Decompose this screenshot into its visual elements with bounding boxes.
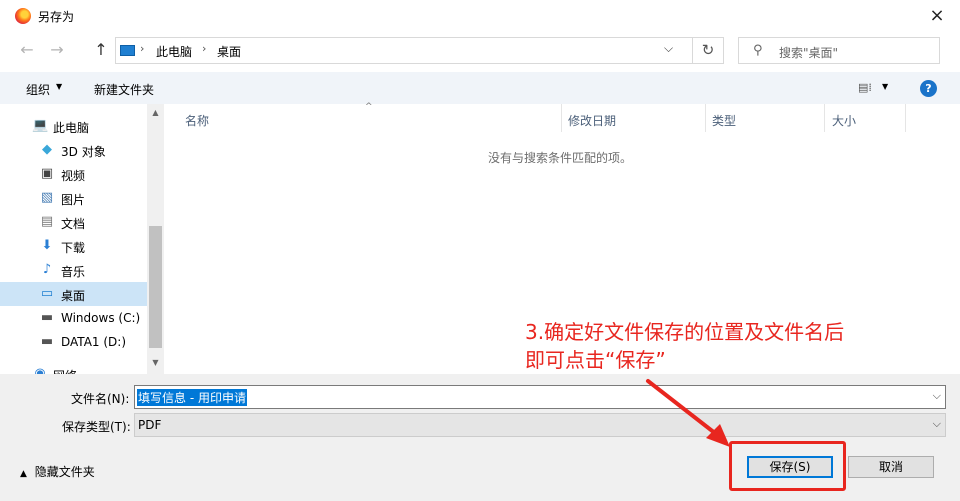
chevron-down-icon[interactable]: ⌵ <box>933 417 941 431</box>
back-button[interactable]: ← <box>16 37 38 63</box>
desktop-icon: ▭ <box>40 286 54 301</box>
filename-value[interactable]: 填写信息 - 用印申请 <box>137 389 247 406</box>
sidebar-item-desktop[interactable]: ▭ 桌面 <box>0 282 147 306</box>
sidebar-item-network[interactable]: ◉ 网络 <box>0 362 147 375</box>
scroll-down-icon[interactable]: ▼ <box>147 358 164 367</box>
breadcrumb-separator-icon[interactable]: › <box>202 42 206 55</box>
sidebar-item-label: 桌面 <box>61 289 86 303</box>
sidebar-item-documents[interactable]: ▤ 文档 <box>0 210 147 234</box>
sidebar-item-label: 音乐 <box>61 265 86 279</box>
caret-up-icon: ▲ <box>20 469 27 479</box>
new-folder-button[interactable]: 新建文件夹 <box>94 81 154 98</box>
annotation-arrow-icon <box>646 379 730 447</box>
column-date-modified[interactable]: 修改日期 <box>568 112 616 129</box>
chevron-down-icon[interactable]: ⌵ <box>933 389 941 403</box>
column-divider[interactable] <box>905 104 906 132</box>
sidebar-item-label: 文档 <box>61 217 86 231</box>
search-placeholder: 搜索"桌面" <box>779 46 839 60</box>
filename-label: 文件名(N): <box>71 392 130 406</box>
filetype-value: PDF <box>138 418 162 432</box>
filetype-label: 保存类型(T): <box>62 420 131 434</box>
computer-icon: 💻 <box>32 118 49 133</box>
instruction-annotation: 3.确定好文件保存的位置及文件名后 即可点击“保存” <box>525 318 885 374</box>
sidebar-item-music[interactable]: ♪ 音乐 <box>0 258 147 282</box>
sidebar-item-label: 视频 <box>61 169 86 183</box>
music-icon: ♪ <box>42 262 52 277</box>
empty-list-message: 没有与搜索条件匹配的项。 <box>488 151 633 165</box>
annotation-line-1: 3.确定好文件保存的位置及文件名后 <box>525 320 845 344</box>
file-list-header: ^ 名称 修改日期 类型 大小 <box>165 102 960 132</box>
cube-icon: ◆ <box>42 142 52 157</box>
sidebar-item-label: 下载 <box>61 241 86 255</box>
download-icon: ⬇ <box>41 238 53 253</box>
sidebar-item-label: 此电脑 <box>53 121 90 135</box>
chevron-down-icon[interactable]: ⌵ <box>664 41 673 56</box>
refresh-button[interactable]: ↻ <box>693 37 724 64</box>
scroll-up-icon[interactable]: ▲ <box>147 108 164 117</box>
annotation-line-2: 即可点击“保存” <box>525 348 666 372</box>
document-icon: ▤ <box>40 214 54 229</box>
hide-folders-label: 隐藏文件夹 <box>34 465 95 479</box>
column-type[interactable]: 类型 <box>712 112 736 129</box>
sidebar-item-downloads[interactable]: ⬇ 下载 <box>0 234 147 258</box>
breadcrumb-separator-icon[interactable]: › <box>140 42 144 55</box>
computer-icon <box>120 45 135 56</box>
forward-button[interactable]: → <box>46 37 68 63</box>
video-icon: ▣ <box>40 166 54 181</box>
picture-icon: ▧ <box>40 190 54 205</box>
column-size[interactable]: 大小 <box>832 112 856 129</box>
up-button[interactable]: ↑ <box>90 37 112 63</box>
firefox-icon <box>15 8 31 24</box>
column-divider[interactable] <box>705 104 706 132</box>
sidebar-item-videos[interactable]: ▣ 视频 <box>0 162 147 186</box>
sidebar-item-label: DATA1 (D:) <box>61 335 127 349</box>
scrollbar-thumb[interactable] <box>149 226 162 348</box>
toolbar: 组织 ▼ 新建文件夹 ▤⁞ ▼ ? <box>0 72 960 104</box>
column-divider[interactable] <box>824 104 825 132</box>
save-highlight-box <box>729 441 846 491</box>
window-title: 另存为 <box>38 10 75 24</box>
breadcrumb-this-pc[interactable]: 此电脑 <box>156 43 192 60</box>
sidebar-item-3d-objects[interactable]: ◆ 3D 对象 <box>0 138 147 162</box>
breadcrumb-desktop[interactable]: 桌面 <box>217 43 241 60</box>
cancel-button[interactable]: 取消 <box>848 456 934 478</box>
drive-icon: ▬ <box>40 334 54 349</box>
sidebar-item-this-pc[interactable]: 💻 此电脑 <box>0 114 147 138</box>
caret-down-icon[interactable]: ▼ <box>56 82 62 91</box>
column-divider[interactable] <box>561 104 562 132</box>
sidebar-item-label: 3D 对象 <box>61 145 106 159</box>
sidebar-item-windows-c[interactable]: ▬ Windows (C:) <box>0 306 147 330</box>
network-icon: ◉ <box>34 366 46 375</box>
close-button[interactable]: × <box>922 2 952 30</box>
search-icon: ⚲ <box>753 43 763 58</box>
help-icon[interactable]: ? <box>920 80 937 97</box>
sidebar-item-label: Windows (C:) <box>61 311 141 325</box>
column-name[interactable]: 名称 <box>185 112 209 129</box>
title-bar: 另存为 × <box>0 0 960 32</box>
sidebar-scrollbar[interactable]: ▲ ▼ <box>147 104 164 374</box>
sidebar-item-label: 网络 <box>53 367 77 374</box>
filename-field[interactable]: 填写信息 - 用印申请 ⌵ <box>134 385 946 409</box>
sidebar-item-pictures[interactable]: ▧ 图片 <box>0 186 147 210</box>
search-input[interactable]: ⚲ 搜索"桌面" <box>738 37 940 64</box>
sidebar-item-label: 图片 <box>61 193 86 207</box>
organize-button[interactable]: 组织 <box>26 81 50 98</box>
address-bar[interactable]: › 此电脑 › 桌面 ⌵ <box>115 37 693 64</box>
hide-folders-button[interactable]: ▲ 隐藏文件夹 <box>20 463 95 480</box>
caret-down-icon[interactable]: ▼ <box>882 82 888 91</box>
sort-ascending-icon: ^ <box>365 102 373 112</box>
sidebar-item-data1-d[interactable]: ▬ DATA1 (D:) <box>0 330 147 354</box>
drive-icon: ▬ <box>40 310 54 325</box>
view-options-icon[interactable]: ▤⁞ <box>858 81 872 94</box>
navigation-pane: 💻 此电脑 ◆ 3D 对象 ▣ 视频 ▧ 图片 ▤ 文档 ⬇ 下载 ♪ 音乐 ▭… <box>0 104 164 374</box>
filetype-select[interactable]: PDF ⌵ <box>134 413 946 437</box>
